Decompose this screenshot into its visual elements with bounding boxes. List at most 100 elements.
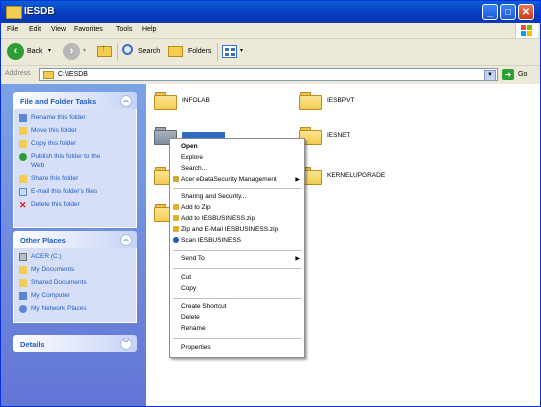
menu-file[interactable]: File (7, 26, 18, 33)
ctx-cut[interactable]: Cut (181, 274, 191, 281)
folder-icon (43, 71, 54, 79)
folders-icon[interactable] (168, 46, 183, 57)
ctx-scan[interactable]: Scan IESBUSINESS (173, 237, 241, 244)
window-title: IESDB (24, 6, 55, 17)
search-button[interactable]: Search (138, 48, 160, 55)
menu-separator (173, 188, 301, 189)
details-panel: Details ︾ (13, 335, 137, 352)
ctx-sharing-security[interactable]: Sharing and Security... (181, 193, 246, 200)
file-folder-tasks-panel: File and Folder Tasks ︽ Rename this fold… (13, 92, 137, 228)
address-bar: Address C:\IESDB ▼ ➜ Go (1, 66, 540, 83)
back-button[interactable]: Back (27, 48, 43, 55)
ctx-delete[interactable]: Delete (181, 314, 200, 321)
collapse-chevron-icon[interactable]: ︽ (120, 234, 132, 246)
address-label: Address (5, 70, 31, 77)
menu-separator (173, 298, 301, 299)
ctx-search[interactable]: Search... (181, 165, 207, 172)
address-dropdown-icon[interactable]: ▼ (484, 70, 496, 81)
panel-title: File and Folder Tasks (20, 97, 97, 106)
folders-button[interactable]: Folders (188, 48, 211, 55)
collapse-chevron-icon[interactable]: ︽ (120, 95, 132, 107)
zip-icon (173, 204, 179, 210)
ctx-send-to[interactable]: Send To (181, 255, 205, 262)
search-icon[interactable] (122, 44, 133, 55)
forward-dropdown-icon[interactable]: ▾ (83, 47, 86, 54)
zip-icon (173, 226, 179, 232)
menu-help[interactable]: Help (142, 26, 156, 33)
ctx-add-to-named-zip[interactable]: Add to IESBUSINESS.zip (173, 215, 255, 222)
folder-label: INFOLAB (182, 97, 210, 104)
ctx-open[interactable]: Open (181, 143, 198, 150)
explorer-window: IESDB _ □ ✕ File Edit View Favorites Too… (0, 0, 541, 407)
toolbar-separator (117, 43, 118, 61)
ctx-add-to-zip[interactable]: Add to Zip (173, 204, 211, 211)
zip-icon (173, 215, 179, 221)
panel-header[interactable]: Other Places ︽ (13, 231, 137, 248)
other-places-panel: Other Places ︽ ACER (C:) My Documents Sh… (13, 231, 137, 323)
ctx-rename[interactable]: Rename (181, 325, 206, 332)
shared-folder-icon (19, 279, 27, 287)
ctx-acer-edatasecurity[interactable]: Acer eDataSecurity Management (173, 176, 277, 183)
menu-separator (173, 250, 301, 251)
menu-separator (173, 338, 301, 339)
task-label: E-mail this folder's files (31, 188, 98, 195)
task-label: Publish this folder to the (31, 153, 101, 160)
task-pane: File and Folder Tasks ︽ Rename this fold… (1, 84, 146, 406)
address-value: C:\IESDB (58, 71, 88, 78)
title-bar[interactable]: IESDB _ □ ✕ (1, 1, 540, 23)
folder-label: IESBPVT (327, 97, 355, 104)
views-icon[interactable] (222, 45, 237, 58)
back-dropdown-icon[interactable]: ▾ (48, 47, 51, 54)
globe-icon (19, 153, 27, 161)
email-icon (19, 188, 27, 196)
ctx-explore[interactable]: Explore (181, 154, 203, 161)
menu-separator (173, 268, 301, 269)
ctx-copy[interactable]: Copy (181, 285, 196, 292)
ctx-label: Scan IESBUSINESS (181, 237, 241, 244)
back-arrow-icon[interactable]: ‹ (7, 43, 24, 60)
forward-arrow-icon[interactable]: › (63, 43, 80, 60)
menu-view[interactable]: View (51, 26, 66, 33)
folder-icon (6, 6, 22, 19)
ctx-zip-and-email[interactable]: Zip and E-Mail IESBUSINESS.zip (173, 226, 278, 233)
move-folder-icon (19, 127, 27, 135)
menu-favorites[interactable]: Favorites (74, 26, 103, 33)
place-label: My Documents (31, 266, 75, 273)
views-dropdown-icon[interactable]: ▾ (240, 47, 243, 54)
panel-body: Rename this folder Move this folder Copy… (13, 109, 137, 228)
expand-chevron-icon[interactable]: ︾ (120, 338, 132, 350)
up-folder-icon[interactable]: ↑ (97, 43, 112, 57)
address-input[interactable]: C:\IESDB ▼ (39, 68, 498, 81)
task-label: Rename this folder (31, 114, 86, 121)
panel-header[interactable]: File and Folder Tasks ︽ (13, 92, 137, 109)
go-arrow-icon[interactable]: ➜ (502, 69, 514, 80)
place-label: My Network Places (31, 305, 87, 312)
folder-icon (299, 92, 322, 110)
task-label: Share this folder (31, 175, 79, 182)
computer-icon (19, 292, 27, 300)
close-button[interactable]: ✕ (518, 4, 534, 20)
menu-tools[interactable]: Tools (116, 26, 132, 33)
maximize-button[interactable]: □ (500, 4, 516, 20)
context-menu: Open Explore Search... Acer eDataSecurit… (169, 138, 305, 358)
lock-icon (173, 176, 179, 182)
ctx-label: Add to Zip (181, 204, 211, 211)
submenu-arrow-icon: ▶ (295, 177, 300, 183)
ctx-create-shortcut[interactable]: Create Shortcut (181, 303, 227, 310)
panel-title: Details (20, 340, 45, 349)
task-label: Web (31, 162, 45, 169)
panel-header[interactable]: Details ︾ (13, 335, 137, 352)
menu-edit[interactable]: Edit (29, 26, 41, 33)
place-label: Shared Documents (31, 279, 87, 286)
go-button[interactable]: Go (518, 71, 527, 78)
ctx-properties[interactable]: Properties (181, 344, 211, 351)
toolbar-separator (217, 43, 218, 61)
copy-folder-icon (19, 140, 27, 148)
place-label: ACER (C:) (31, 253, 62, 260)
folder-label: KERNELUPGRADE (327, 172, 386, 179)
minimize-button[interactable]: _ (482, 4, 498, 20)
folder-label: IESNET (327, 132, 351, 139)
antivirus-icon (173, 237, 179, 243)
delete-x-icon: ✕ (19, 200, 27, 210)
toolbar: ‹ Back ▾ › ▾ ↑ Search Folders ▾ (1, 39, 540, 66)
